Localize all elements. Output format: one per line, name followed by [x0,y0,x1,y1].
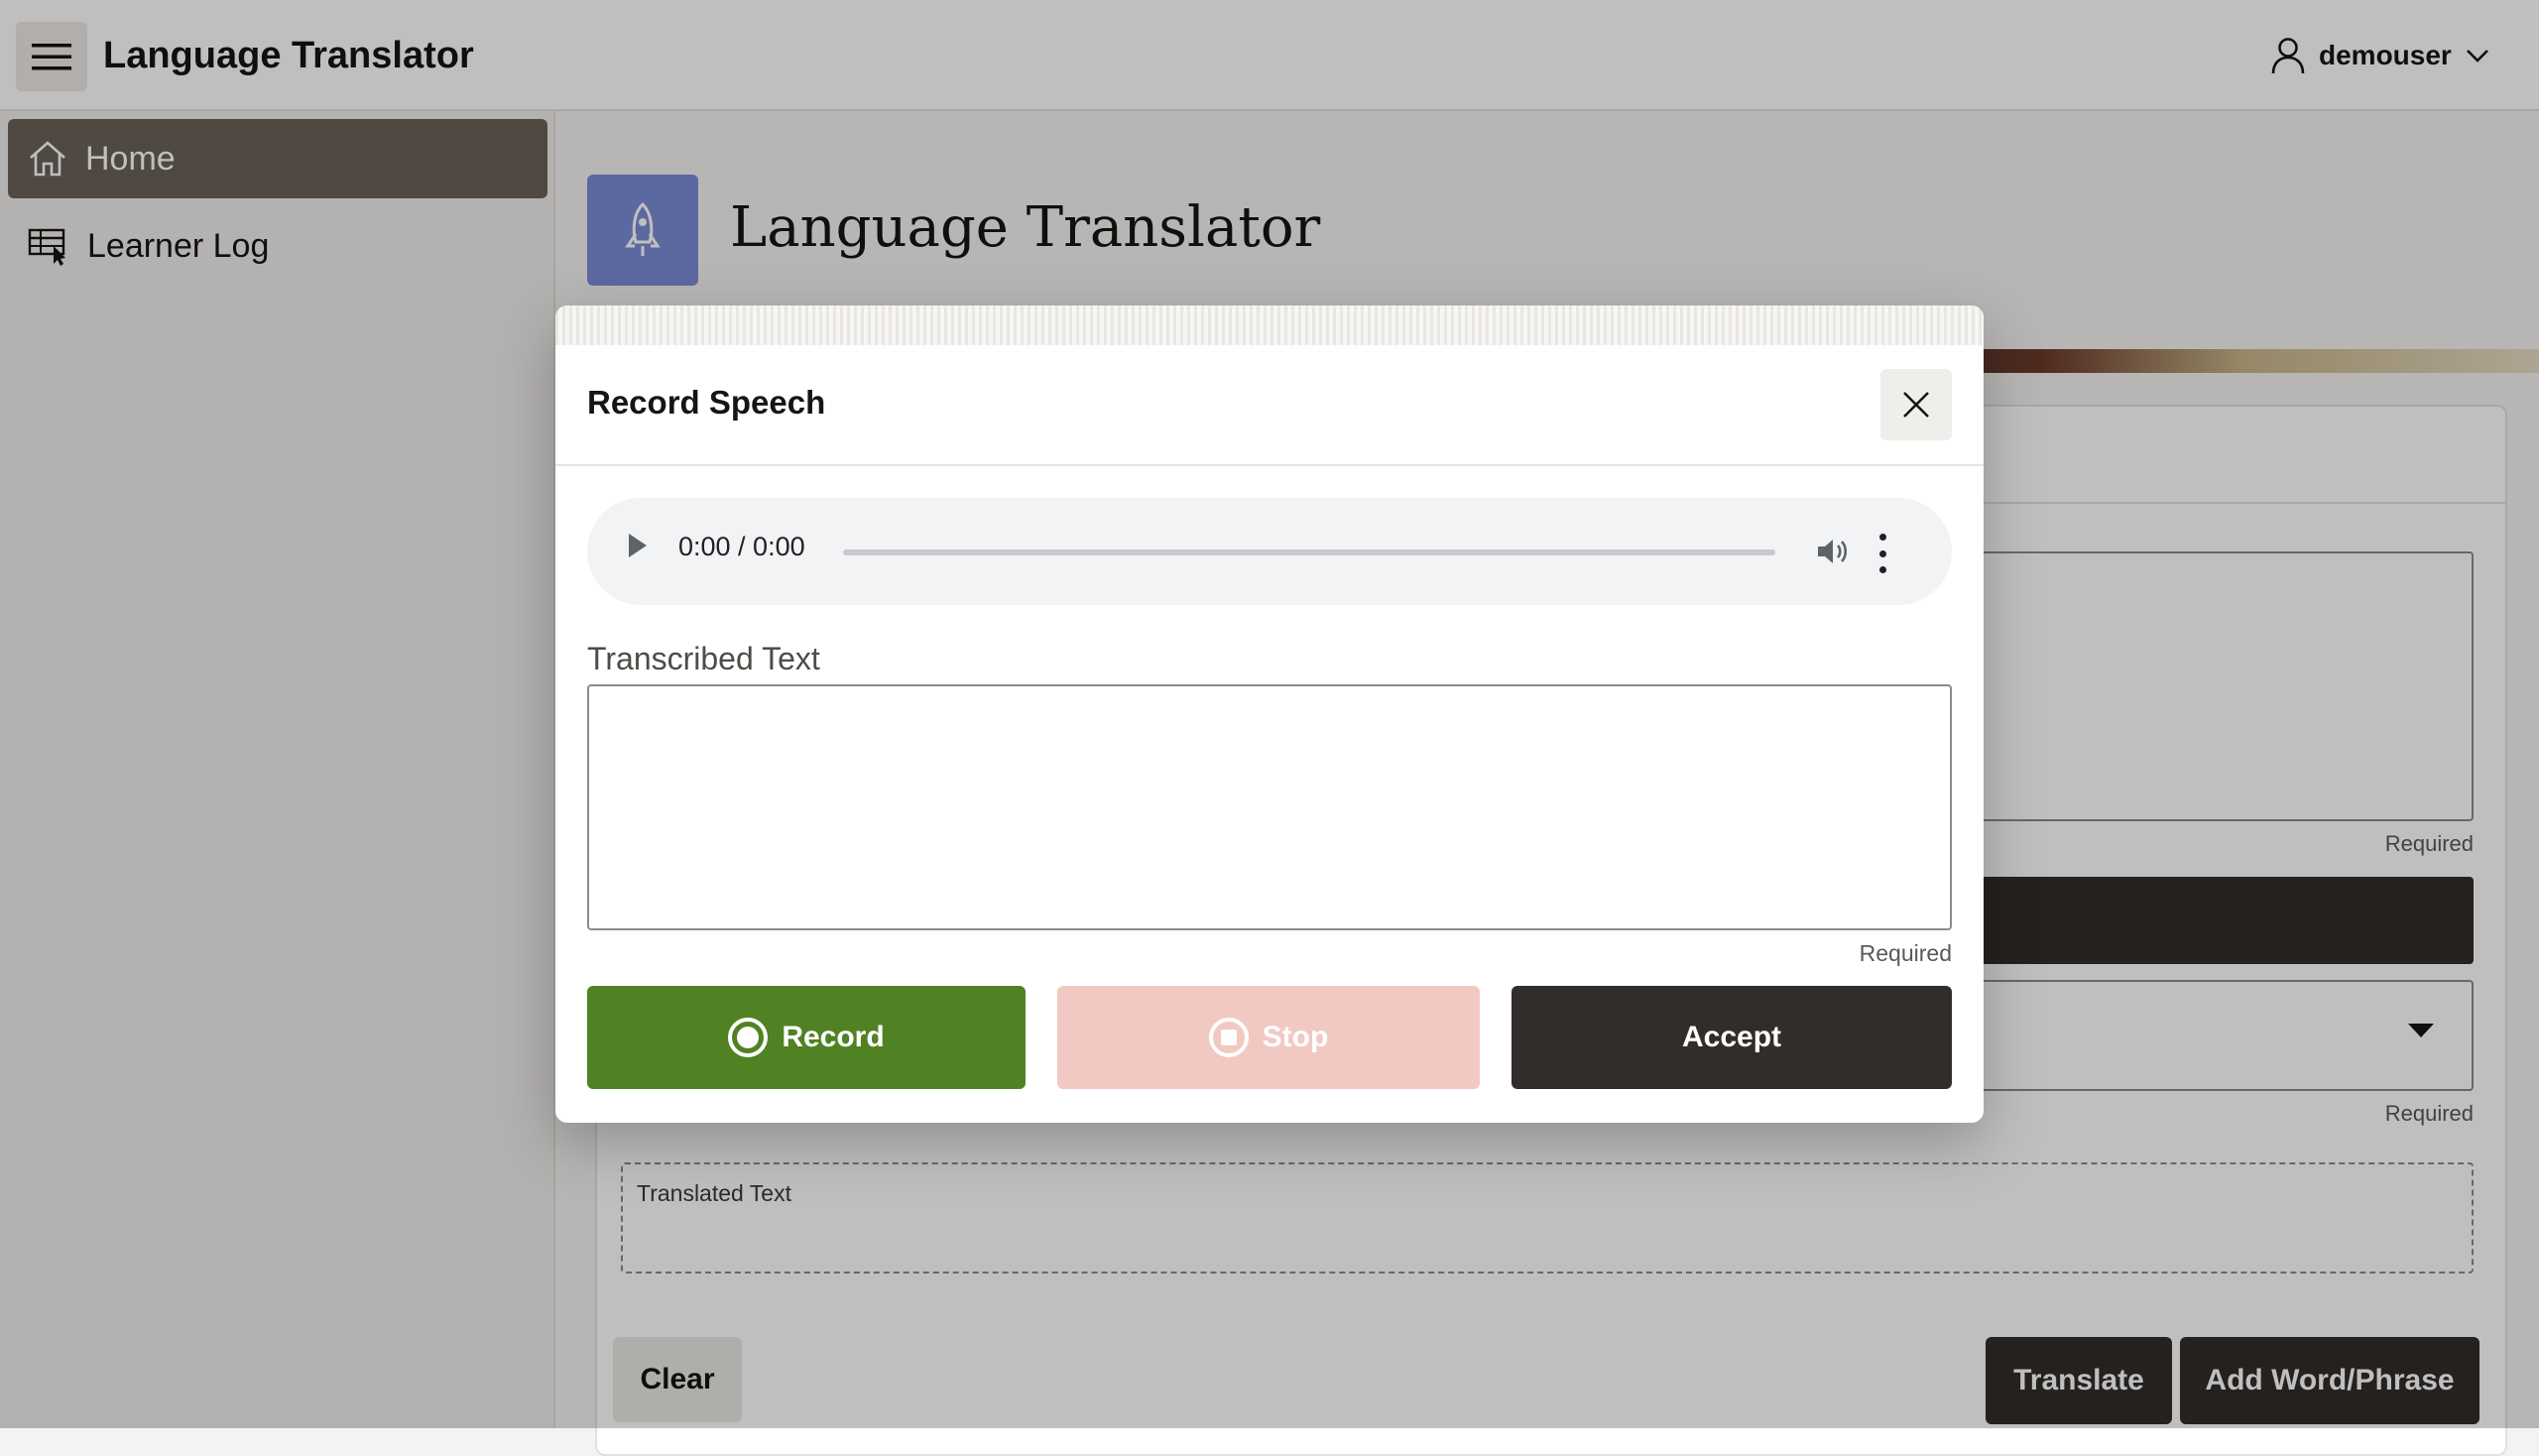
dialog-header-texture [555,305,1984,345]
more-options-icon[interactable] [1876,534,1888,573]
transcribed-text-input[interactable] [587,684,1952,930]
audio-progress-slider[interactable] [843,549,1775,555]
record-speech-dialog: Record Speech 0:00 / 0:00 Transcribed Te… [555,305,1984,1123]
dialog-close-button[interactable] [1880,369,1952,440]
stop-button-label: Stop [1262,1021,1329,1053]
close-icon [1903,392,1929,418]
transcribed-text-label: Transcribed Text [587,641,820,676]
dialog-header-divider [555,464,1984,466]
accept-button-label: Accept [1681,1021,1782,1053]
accept-button[interactable]: Accept [1511,986,1952,1089]
record-button[interactable]: Record [587,986,1026,1089]
audio-time: 0:00 / 0:00 [678,532,805,561]
play-icon[interactable] [629,534,647,557]
record-icon [728,1018,769,1057]
audio-player: 0:00 / 0:00 [587,498,1952,605]
required-hint: Required [1859,940,1952,966]
dialog-title: Record Speech [587,384,826,421]
stop-button[interactable]: Stop [1057,986,1480,1089]
record-button-label: Record [782,1021,885,1053]
stop-icon [1208,1018,1249,1057]
volume-icon[interactable] [1815,534,1851,569]
